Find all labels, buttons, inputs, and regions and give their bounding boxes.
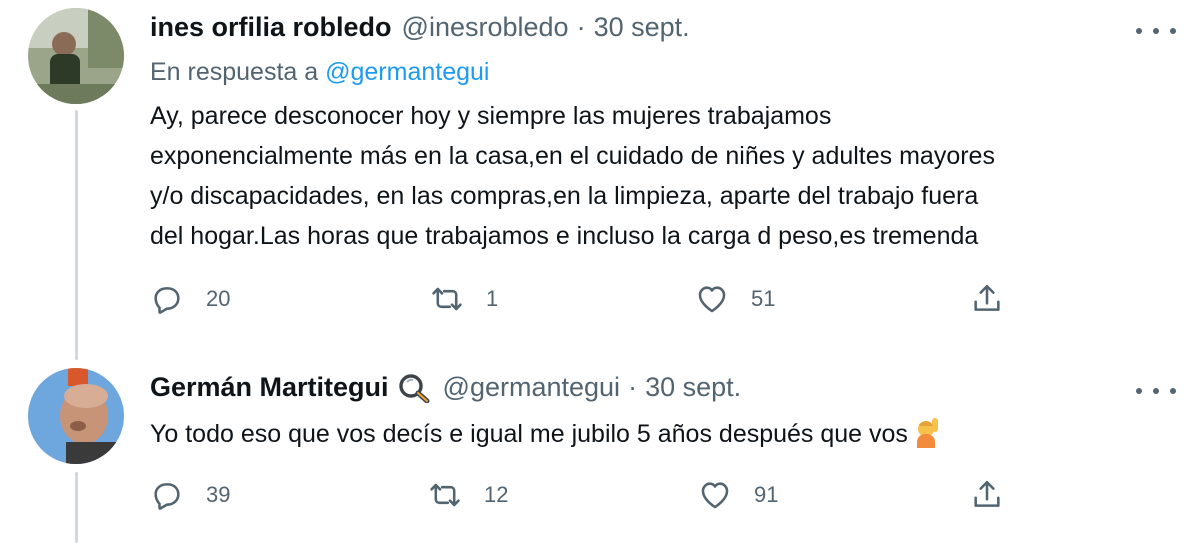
- author-handle[interactable]: @inesrobledo: [402, 12, 569, 43]
- tweet-text: Ay, parece desconocer hoy y siempre las …: [150, 96, 1180, 256]
- like-button[interactable]: 91: [698, 478, 778, 512]
- separator-dot: ·: [576, 12, 586, 42]
- tweet-actions: 20 1 51: [150, 282, 1020, 322]
- tweet-text-line: y/o discapacidades, en las compras,en la…: [150, 182, 979, 210]
- tweet-text: Yo todo eso que vos decís e igual me jub…: [150, 414, 1180, 454]
- reply-icon: [154, 287, 180, 314]
- retweet-count: 1: [486, 286, 499, 311]
- reply-count: 39: [206, 482, 231, 507]
- retweet-icon: [430, 483, 460, 507]
- share-button[interactable]: [970, 478, 1004, 512]
- tweet-text-line: Yo todo eso que vos decís e igual me jub…: [150, 414, 1180, 454]
- author-name[interactable]: ines orfilia robledo: [150, 12, 392, 43]
- tweet-header: ines orfilia robledo @inesrobledo · 30 s…: [150, 12, 690, 43]
- tweet-german[interactable]: Germán Martitegui @germantegui · 30 sept…: [0, 360, 1200, 543]
- share-button[interactable]: [970, 282, 1004, 316]
- reply-context: En respuesta a @germantegui: [150, 58, 489, 87]
- avatar[interactable]: [28, 368, 124, 464]
- tweet-text-content: Yo todo eso que vos decís e igual me jub…: [150, 420, 908, 448]
- heart-icon: [698, 286, 726, 313]
- tweet-date[interactable]: 30 sept.: [594, 12, 690, 43]
- reply-icon: [154, 483, 180, 510]
- author-handle[interactable]: @germantegui: [443, 372, 621, 403]
- like-count: 91: [754, 482, 779, 507]
- retweet-count: 12: [484, 482, 509, 507]
- reply-button[interactable]: 20: [150, 282, 230, 316]
- avatar[interactable]: [28, 8, 124, 104]
- heart-icon: [701, 482, 729, 509]
- like-button[interactable]: 51: [695, 282, 775, 316]
- tweet-actions: 39 12 91: [150, 478, 1020, 518]
- share-icon: [974, 284, 1000, 311]
- more-options-icon[interactable]: [1136, 16, 1176, 46]
- tweet-text-line: exponencialmente más en la casa,en el cu…: [150, 142, 995, 170]
- reply-prefix: En respuesta a: [150, 58, 319, 86]
- tweet-text-line: del hogar.Las horas que trabajamos e inc…: [150, 222, 979, 250]
- separator-dot: ·: [628, 372, 638, 402]
- magnifying-glass-badge-icon: [397, 373, 431, 403]
- reply-count: 20: [206, 286, 231, 311]
- like-count: 51: [751, 286, 776, 311]
- author-name[interactable]: Germán Martitegui: [150, 372, 389, 403]
- tweet-date[interactable]: 30 sept.: [645, 372, 741, 403]
- tweet-header: Germán Martitegui @germantegui · 30 sept…: [150, 372, 741, 403]
- retweet-icon: [432, 287, 462, 311]
- reply-button[interactable]: 39: [150, 478, 230, 512]
- reply-mention-link[interactable]: @germantegui: [325, 58, 489, 86]
- retweet-button[interactable]: 1: [430, 282, 498, 316]
- share-icon: [974, 480, 1000, 507]
- person-raising-hand-emoji-icon: [914, 416, 944, 448]
- retweet-button[interactable]: 12: [428, 478, 508, 512]
- tweet-text-line: Ay, parece desconocer hoy y siempre las …: [150, 102, 832, 130]
- more-options-icon[interactable]: [1136, 376, 1176, 406]
- tweet-ines[interactable]: ines orfilia robledo @inesrobledo · 30 s…: [0, 0, 1200, 360]
